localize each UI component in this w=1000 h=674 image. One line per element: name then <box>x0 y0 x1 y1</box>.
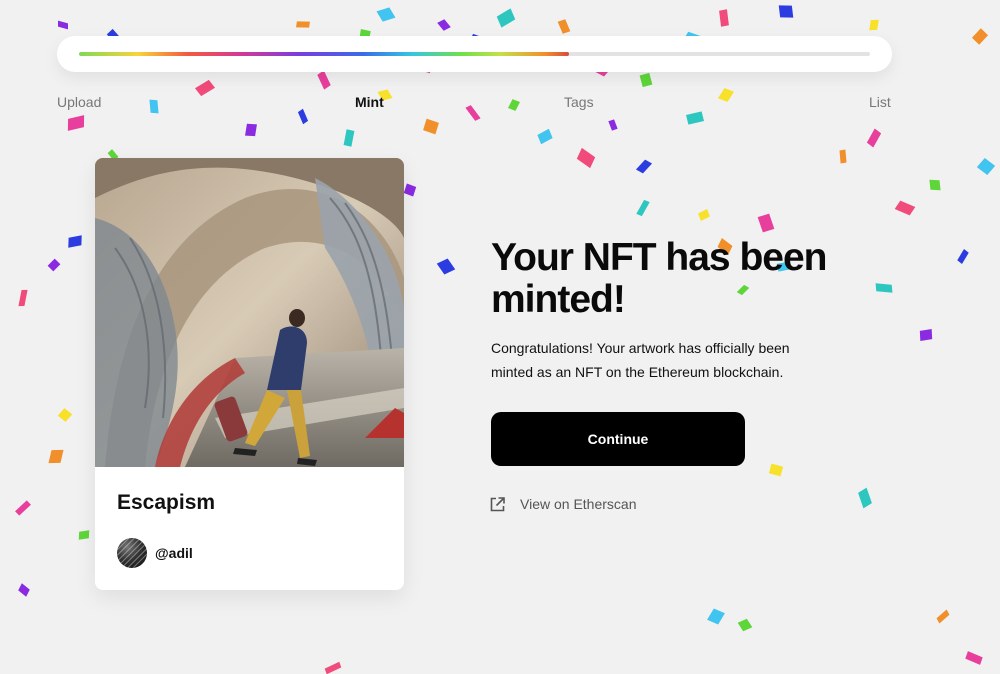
step-tags: Tags <box>564 94 594 110</box>
confetti-piece <box>866 128 882 148</box>
confetti-piece <box>839 149 847 164</box>
confetti-piece <box>957 249 969 264</box>
confetti-piece <box>537 128 553 145</box>
confetti-piece <box>778 5 794 18</box>
creator-handle: @adil <box>155 545 193 561</box>
confetti-piece <box>685 111 705 125</box>
confetti-piece <box>423 118 439 135</box>
confetti-piece <box>698 208 710 222</box>
confetti-piece <box>343 129 355 147</box>
confetti-piece <box>437 19 451 31</box>
confetti-piece <box>936 609 950 624</box>
nft-title: Escapism <box>117 491 216 514</box>
step-list: List <box>869 94 891 110</box>
confetti-piece <box>608 119 618 131</box>
confetti-piece <box>707 608 725 625</box>
confetti-piece <box>47 258 61 272</box>
confetti-piece <box>18 583 30 597</box>
confetti-piece <box>894 200 916 216</box>
confetti-piece <box>869 19 879 31</box>
confetti-piece <box>58 20 68 30</box>
success-message: Congratulations! Your artwork has offici… <box>491 340 790 380</box>
confetti-piece <box>18 289 28 307</box>
etherscan-label: View on Etherscan <box>520 496 637 512</box>
step-mint: Mint <box>355 94 384 110</box>
confetti-piece <box>719 9 729 27</box>
confetti-piece <box>757 213 775 233</box>
confetti-piece <box>296 21 310 28</box>
confetti-piece <box>317 70 331 90</box>
confetti-piece <box>576 147 596 169</box>
confetti-piece <box>976 158 996 175</box>
nft-card[interactable]: Escapism @adil <box>95 158 404 590</box>
confetti-piece <box>376 7 396 22</box>
confetti-piece <box>15 500 31 516</box>
confetti-piece <box>57 408 73 422</box>
success-heading: Your NFT has been minted! <box>491 236 828 321</box>
confetti-piece <box>737 618 753 632</box>
continue-button[interactable]: Continue <box>491 412 745 466</box>
progress-fill <box>79 52 570 56</box>
view-on-etherscan-link[interactable]: View on Etherscan <box>489 494 636 514</box>
confetti-piece <box>768 463 784 477</box>
confetti-piece <box>965 651 983 665</box>
creator-info[interactable]: @adil <box>117 538 193 568</box>
external-link-icon <box>490 496 505 511</box>
mint-progress-bar <box>57 36 892 72</box>
confetti-piece <box>496 8 516 28</box>
step-upload: Upload <box>57 94 102 110</box>
confetti-piece <box>436 258 456 275</box>
confetti-piece <box>639 72 653 88</box>
confetti-piece <box>67 115 85 131</box>
confetti-piece <box>403 183 417 197</box>
confetti-piece <box>78 530 90 540</box>
confetti-piece <box>858 487 872 509</box>
confetti-piece <box>324 661 342 674</box>
creator-avatar <box>117 538 147 568</box>
confetti-piece <box>875 283 893 293</box>
confetti-piece <box>919 329 933 341</box>
confetti-piece <box>557 19 571 34</box>
confetti-piece <box>48 449 64 464</box>
nft-artwork-image <box>95 158 404 467</box>
confetti-piece <box>971 28 989 45</box>
progress-track <box>79 52 870 56</box>
step-labels: Upload Mint Tags List <box>0 94 1000 112</box>
confetti-piece <box>245 123 257 137</box>
confetti-piece <box>68 235 82 248</box>
confetti-piece <box>636 199 650 217</box>
confetti-piece <box>929 179 941 191</box>
confetti-piece <box>635 159 653 174</box>
